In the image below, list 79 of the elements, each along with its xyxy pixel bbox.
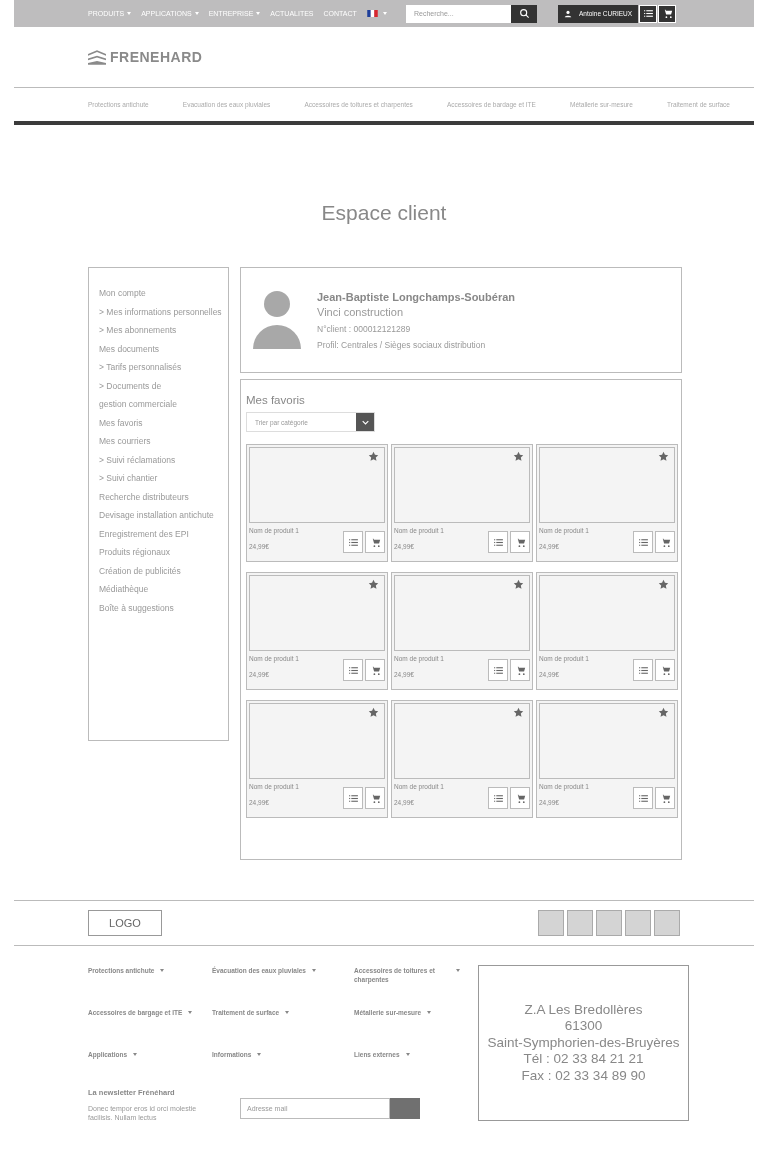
chevron-icon bbox=[361, 419, 369, 425]
sidebar-item[interactable]: Mes courriers bbox=[99, 432, 151, 451]
sidebar-item[interactable]: Recherche distributeurs bbox=[99, 487, 189, 506]
star-icon[interactable] bbox=[658, 579, 669, 590]
search-button[interactable] bbox=[511, 4, 537, 23]
star-icon[interactable] bbox=[368, 707, 379, 718]
list-icon bbox=[637, 792, 649, 804]
address-line: 61300 bbox=[564, 1018, 603, 1035]
sidebar-item[interactable]: gestion commerciale bbox=[99, 395, 177, 414]
star-icon[interactable] bbox=[658, 451, 669, 462]
user-icon bbox=[564, 9, 572, 18]
list-icon bbox=[492, 536, 504, 548]
caret-icon bbox=[456, 969, 460, 972]
list-icon bbox=[637, 536, 649, 548]
sidebar-item[interactable]: > Suivi réclamations bbox=[99, 450, 176, 469]
list-icon bbox=[347, 536, 359, 548]
address-line: Z.A Les Bredollères bbox=[524, 1001, 643, 1019]
logo-text: FRENEHARD bbox=[110, 49, 203, 65]
cart-button[interactable] bbox=[655, 531, 675, 553]
section-title: Mes favoris bbox=[246, 394, 306, 406]
address-line: Saint-Symphorien-des-Bruyères bbox=[487, 1034, 680, 1052]
list-icon bbox=[637, 664, 649, 676]
cart-button[interactable] bbox=[365, 787, 385, 809]
sidebar-item[interactable]: > Mes abonnements bbox=[99, 321, 177, 340]
list-icon bbox=[642, 8, 654, 19]
footer-logo: LOGO bbox=[88, 910, 162, 936]
caret-icon bbox=[427, 1011, 432, 1014]
cart-button[interactable] bbox=[655, 787, 675, 809]
sidebar-item[interactable]: Mon compte bbox=[99, 284, 146, 303]
star-icon[interactable] bbox=[513, 579, 524, 590]
star-icon[interactable] bbox=[368, 451, 379, 462]
star-icon[interactable] bbox=[658, 707, 669, 718]
search-icon bbox=[518, 8, 530, 19]
cart-button[interactable] bbox=[655, 659, 675, 681]
caret-icon bbox=[311, 969, 316, 972]
flag-icon[interactable] bbox=[366, 10, 378, 17]
sidebar-item[interactable]: Mes favoris bbox=[99, 413, 143, 432]
cart-button[interactable] bbox=[510, 531, 530, 553]
cart-button[interactable] bbox=[365, 531, 385, 553]
address-line: Tél : 02 33 84 21 21 bbox=[523, 1051, 644, 1068]
caret-icon bbox=[160, 969, 165, 972]
caret-icon bbox=[188, 1011, 193, 1014]
sidebar-item[interactable]: Devisage installation antichute bbox=[99, 506, 214, 525]
caret-icon bbox=[127, 12, 132, 15]
logo-icon bbox=[88, 49, 106, 65]
star-icon[interactable] bbox=[513, 451, 524, 462]
sidebar-item[interactable]: Médiathèque bbox=[99, 580, 149, 599]
client-number: N°client : 000012121289 bbox=[317, 323, 412, 334]
company-name: Vinci construction bbox=[317, 305, 404, 318]
client-name: Jean-Baptiste Longchamps-Soubéran bbox=[317, 290, 516, 303]
sidebar-item[interactable]: Mes documents bbox=[99, 339, 159, 358]
sidebar-item[interactable]: Produits régionaux bbox=[99, 543, 170, 562]
client-profile: Profil: Centrales / Sièges sociaux distribution bbox=[317, 339, 487, 350]
cart-button[interactable] bbox=[510, 659, 530, 681]
cart-button[interactable] bbox=[510, 787, 530, 809]
star-icon[interactable] bbox=[513, 707, 524, 718]
sidebar-item[interactable]: Boîte à suggestions bbox=[99, 598, 174, 617]
sidebar-item[interactable]: > Suivi chantier bbox=[99, 469, 158, 488]
sidebar-item[interactable]: Enregistrement des EPI bbox=[99, 524, 189, 543]
cart-button[interactable] bbox=[365, 659, 385, 681]
address-line: Fax : 02 33 34 89 90 bbox=[521, 1067, 646, 1085]
caret-icon bbox=[257, 1053, 262, 1056]
sidebar-item[interactable]: > Tarifs personnalisés bbox=[99, 358, 182, 377]
sidebar-item[interactable]: > Mes informations personnelles bbox=[99, 302, 222, 321]
list-icon bbox=[347, 664, 359, 676]
caret-icon bbox=[256, 12, 261, 15]
caret-icon bbox=[405, 1053, 410, 1056]
list-icon bbox=[492, 792, 504, 804]
sidebar-item[interactable]: Création de publicités bbox=[99, 561, 181, 580]
caret-icon bbox=[382, 12, 387, 15]
star-icon[interactable] bbox=[368, 579, 379, 590]
avatar-icon bbox=[253, 291, 301, 349]
caret-icon bbox=[133, 1053, 137, 1056]
sidebar-item[interactable]: > Documents de bbox=[99, 376, 162, 395]
caret-icon bbox=[285, 1011, 290, 1014]
list-icon bbox=[347, 792, 359, 804]
list-icon bbox=[492, 664, 504, 676]
page-title: Espace client bbox=[320, 201, 448, 225]
caret-icon bbox=[194, 12, 199, 15]
